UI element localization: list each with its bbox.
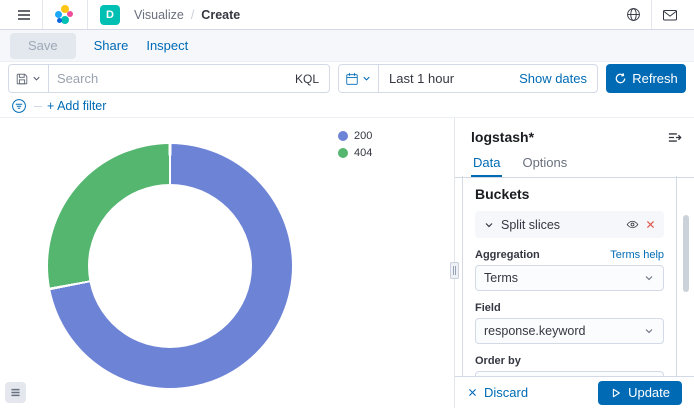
query-language-button[interactable]: KQL bbox=[285, 72, 329, 86]
order-by-group: Order by Metric: Count bbox=[475, 355, 664, 376]
header-divider bbox=[651, 0, 652, 29]
buckets-heading: Buckets bbox=[475, 186, 664, 202]
terms-help-link[interactable]: Terms help bbox=[610, 249, 664, 261]
chevron-down-icon bbox=[361, 73, 372, 84]
visualize-toolbar: Save Share Inspect bbox=[0, 30, 694, 62]
legend-label-404: 404 bbox=[354, 147, 372, 159]
refresh-button[interactable]: Refresh bbox=[606, 64, 686, 93]
top-nav-bar: D Visualize / Create bbox=[0, 0, 694, 30]
donut-chart[interactable] bbox=[48, 144, 292, 388]
play-icon bbox=[610, 387, 622, 399]
discard-button[interactable]: Discard bbox=[467, 385, 528, 400]
aggregation-label: Aggregation bbox=[475, 249, 540, 261]
donut-hole bbox=[88, 184, 252, 348]
split-slices-label: Split slices bbox=[501, 218, 620, 232]
filter-dash bbox=[34, 106, 42, 107]
toggle-visibility-button[interactable] bbox=[626, 218, 639, 231]
calendar-icon bbox=[345, 72, 359, 86]
buckets-panel: Buckets Split slices Aggregation Terms h… bbox=[462, 176, 677, 376]
update-label: Update bbox=[628, 385, 670, 400]
show-dates-button[interactable]: Show dates bbox=[509, 71, 597, 86]
filter-options-button[interactable] bbox=[9, 95, 29, 117]
field-group: Field response.keyword bbox=[475, 302, 664, 344]
chart-legend: 200 404 bbox=[338, 130, 372, 159]
tab-data[interactable]: Data bbox=[471, 147, 502, 177]
visualization-area: 200 404 bbox=[0, 118, 454, 408]
header-divider bbox=[87, 0, 88, 29]
panel-resizer[interactable] bbox=[450, 262, 459, 279]
save-button[interactable]: Save bbox=[10, 33, 76, 59]
filter-icon bbox=[11, 98, 27, 114]
filter-bar: + Add filter bbox=[0, 95, 694, 118]
index-pattern-title: logstash* bbox=[471, 129, 534, 145]
inspect-button[interactable]: Inspect bbox=[146, 38, 188, 53]
discard-label: Discard bbox=[484, 385, 528, 400]
mail-button[interactable] bbox=[656, 0, 684, 29]
list-icon bbox=[9, 386, 22, 399]
breadcrumb-visualize[interactable]: Visualize bbox=[134, 8, 184, 22]
legend-toggle-button[interactable] bbox=[5, 382, 26, 403]
header-divider bbox=[42, 0, 43, 29]
chevron-down-icon bbox=[643, 325, 655, 337]
hamburger-icon bbox=[16, 7, 32, 23]
field-label: Field bbox=[475, 302, 501, 314]
breadcrumb: Visualize / Create bbox=[134, 8, 240, 22]
sidebar-tabs: Data Options bbox=[455, 147, 694, 178]
chevron-down-icon bbox=[483, 219, 495, 231]
remove-bucket-button[interactable] bbox=[645, 219, 656, 230]
vis-editor-sidebar: logstash* Data Options Buckets Split sli… bbox=[454, 118, 694, 408]
refresh-button-label: Refresh bbox=[632, 71, 678, 86]
breadcrumb-separator: / bbox=[191, 8, 194, 22]
legend-item-404[interactable]: 404 bbox=[338, 147, 372, 159]
legend-dot-404 bbox=[338, 148, 348, 158]
mail-icon bbox=[662, 7, 678, 23]
menu-right-icon bbox=[667, 130, 682, 145]
eye-icon bbox=[626, 218, 639, 231]
sidebar-footer: Discard Update bbox=[455, 376, 694, 408]
kibana-visualize-app: D Visualize / Create Save Share Inspect … bbox=[0, 0, 694, 408]
time-range-value[interactable]: Last 1 hour bbox=[379, 71, 509, 86]
query-bar: KQL Last 1 hour Show dates Refresh bbox=[0, 62, 694, 95]
close-x-icon bbox=[467, 387, 478, 398]
split-slices-row[interactable]: Split slices bbox=[475, 211, 664, 238]
aggregation-group: Aggregation Terms help Terms bbox=[475, 249, 664, 291]
legend-label-200: 200 bbox=[354, 130, 372, 142]
help-globe-button[interactable] bbox=[620, 0, 647, 29]
field-select[interactable]: response.keyword bbox=[475, 318, 664, 344]
legend-item-200[interactable]: 200 bbox=[338, 130, 372, 142]
space-badge[interactable]: D bbox=[100, 5, 120, 25]
search-control: KQL bbox=[8, 64, 330, 93]
breadcrumb-create: Create bbox=[201, 8, 240, 22]
refresh-icon bbox=[614, 72, 627, 85]
share-button[interactable]: Share bbox=[94, 38, 129, 53]
legend-dot-200 bbox=[338, 131, 348, 141]
sidebar-header: logstash* bbox=[455, 118, 694, 145]
field-value: response.keyword bbox=[484, 324, 643, 338]
add-filter-button[interactable]: + Add filter bbox=[47, 99, 106, 113]
aggregation-value: Terms bbox=[484, 271, 643, 285]
tab-options[interactable]: Options bbox=[520, 147, 569, 177]
update-button[interactable]: Update bbox=[598, 381, 682, 405]
aggregation-select[interactable]: Terms bbox=[475, 265, 664, 291]
order-by-label: Order by bbox=[475, 355, 521, 367]
save-disk-icon bbox=[15, 72, 29, 86]
date-quick-menu-button[interactable] bbox=[339, 65, 379, 92]
elastic-logo-icon[interactable] bbox=[55, 5, 75, 25]
chevron-down-icon bbox=[643, 272, 655, 284]
search-input[interactable] bbox=[49, 71, 285, 86]
collapse-sidebar-button[interactable] bbox=[667, 130, 682, 145]
close-x-icon bbox=[645, 219, 656, 230]
globe-icon bbox=[626, 7, 641, 22]
saved-query-menu-button[interactable] bbox=[9, 65, 49, 92]
hamburger-menu-button[interactable] bbox=[10, 0, 38, 29]
sidebar-scrollbar[interactable] bbox=[683, 215, 689, 292]
chevron-down-icon bbox=[31, 73, 42, 84]
main-content: 200 404 logstash* Data Op bbox=[0, 118, 694, 408]
date-picker-control: Last 1 hour Show dates bbox=[338, 64, 598, 93]
